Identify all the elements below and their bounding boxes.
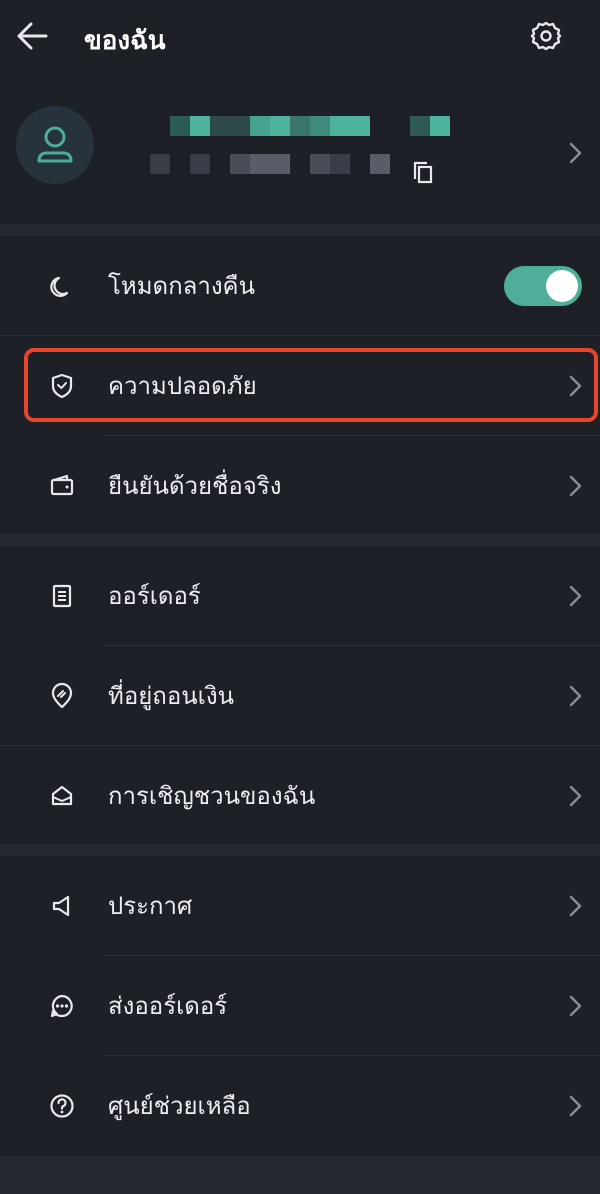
chevron-right-icon [560, 581, 590, 611]
orders-row[interactable]: ออร์เดอร์ [0, 546, 600, 646]
document-icon [46, 580, 78, 612]
invitations-label: การเชิญชวนของฉัน [108, 782, 316, 810]
arrow-left-icon [17, 22, 48, 50]
copy-button[interactable] [406, 158, 440, 188]
verification-row[interactable]: ยืนยันด้วยชื่อจริง [0, 436, 600, 536]
bottom-separator [0, 1156, 600, 1194]
submit-order-label: ส่งออร์เดอร์ [108, 992, 228, 1020]
settings-button[interactable] [526, 16, 566, 56]
chevron-right-icon [560, 991, 590, 1021]
chevron-right-icon [560, 681, 590, 711]
section-separator [0, 534, 600, 546]
avatar[interactable] [16, 106, 94, 184]
help-center-row[interactable]: ศูนย์ช่วยเหลือ [0, 1056, 600, 1156]
chevron-right-icon [560, 1091, 590, 1121]
section-separator [0, 224, 600, 236]
announcements-label: ประกาศ [108, 892, 193, 920]
profile-card[interactable] [0, 90, 600, 214]
top-bar: ของฉัน [0, 0, 600, 72]
username-redacted [150, 116, 450, 138]
section-separator [0, 844, 600, 856]
user-icon [37, 126, 73, 163]
announcements-row[interactable]: ประกาศ [0, 856, 600, 956]
chevron-right-icon [560, 891, 590, 921]
help-center-label: ศูนย์ช่วยเหลือ [108, 1092, 251, 1120]
verification-label: ยืนยันด้วยชื่อจริง [108, 472, 282, 500]
submit-order-row[interactable]: ส่งออร์เดอร์ [0, 956, 600, 1056]
page-title: ของฉัน [84, 26, 166, 56]
megaphone-icon [46, 890, 78, 922]
night-mode-toggle[interactable] [504, 266, 582, 306]
orders-label: ออร์เดอร์ [108, 582, 201, 610]
invitations-row[interactable]: การเชิญชวนของฉัน [0, 746, 600, 846]
chevron-right-icon [569, 142, 582, 164]
gear-icon [530, 21, 562, 51]
night-mode-label: โหมดกลางคืน [108, 272, 256, 300]
withdraw-address-row[interactable]: ที่อยู่ถอนเงิน [0, 646, 600, 746]
toggle-knob [546, 270, 578, 302]
moon-icon [46, 270, 78, 302]
chevron-right-icon [560, 781, 590, 811]
chat-bubble-icon [46, 990, 78, 1022]
user-id-redacted [150, 154, 400, 176]
withdraw-address-label: ที่อยู่ถอนเงิน [108, 682, 234, 710]
location-pin-icon [46, 680, 78, 712]
profile-chevron[interactable] [560, 138, 590, 168]
mail-icon [46, 780, 78, 812]
night-mode-row: โหมดกลางคืน [0, 236, 600, 336]
chevron-right-icon [560, 471, 590, 501]
copy-icon [413, 161, 433, 184]
help-circle-icon [46, 1090, 78, 1122]
wallet-icon [46, 470, 78, 502]
back-button[interactable] [12, 16, 52, 56]
security-highlight-box [24, 348, 598, 422]
